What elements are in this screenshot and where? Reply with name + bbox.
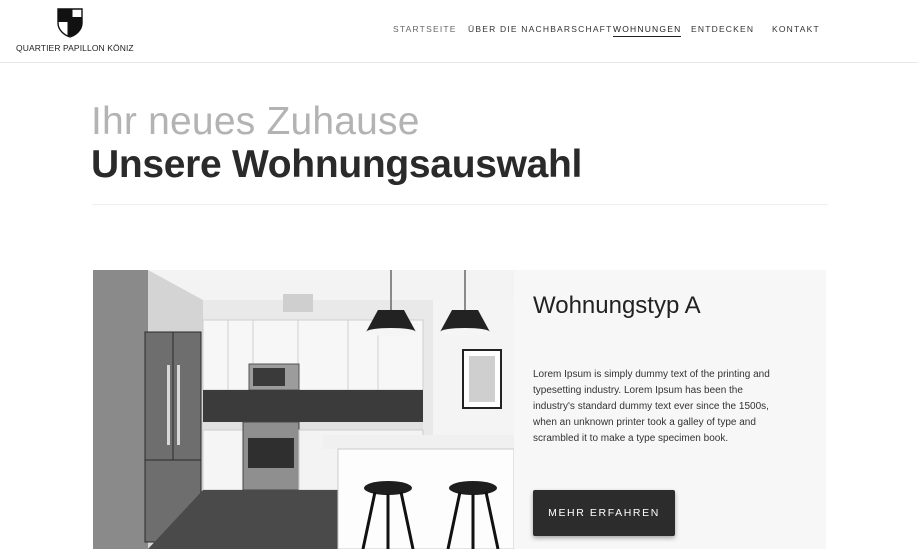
listing-card: Wohnungstyp A Lorem Ipsum is simply dumm… [93,270,826,549]
nav-wohnungen[interactable]: WOHNUNGEN [613,24,682,37]
listing-description: Lorem Ipsum is simply dummy text of the … [533,369,770,444]
kitchen-photo [93,270,514,549]
section-divider [92,204,828,205]
nav-ueber-die-nachbarschaft[interactable]: ÜBER DIE NACHBARSCHAFT [468,24,612,34]
mehr-erfahren-button[interactable]: MEHR ERFAHREN [533,490,675,536]
listing-title: Wohnungstyp A [533,292,701,319]
page-title: Unsere Wohnungsauswahl [91,143,583,186]
main-nav: STARTSEITE ÜBER DIE NACHBARSCHAFT WOHNUN… [0,24,918,38]
site-name: QUARTIER PAPILLON KÖNIZ [16,43,134,53]
nav-kontakt[interactable]: KONTAKT [772,24,820,34]
page-kicker: Ihr neues Zuhause [91,100,420,143]
site-header: QUARTIER PAPILLON KÖNIZ STARTSEITE ÜBER … [0,0,918,63]
nav-startseite[interactable]: STARTSEITE [393,24,457,34]
nav-entdecken[interactable]: ENTDECKEN [691,24,754,34]
kitchen-illustration [93,270,514,549]
listing-content: Wohnungstyp A Lorem Ipsum is simply dumm… [533,270,803,549]
